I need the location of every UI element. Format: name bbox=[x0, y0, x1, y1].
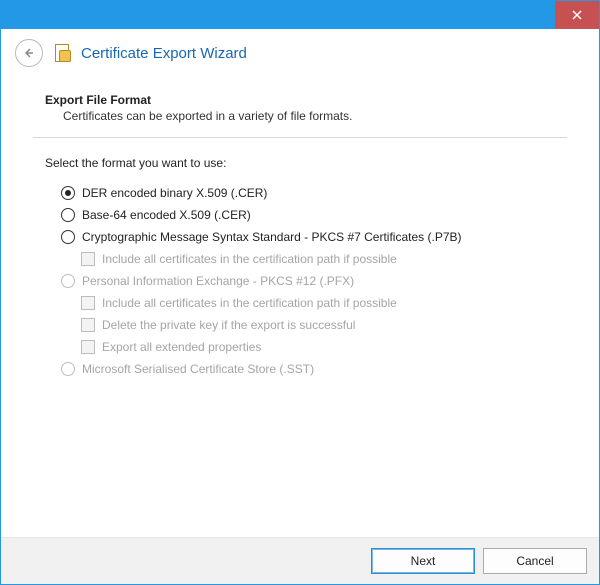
checkbox-label: Include all certificates in the certific… bbox=[102, 252, 397, 266]
checkbox-icon bbox=[81, 340, 95, 354]
section-description: Certificates can be exported in a variet… bbox=[29, 109, 571, 137]
checkbox-icon bbox=[81, 318, 95, 332]
wizard-body: Export File Format Certificates can be e… bbox=[1, 79, 599, 537]
radio-icon bbox=[61, 274, 75, 288]
back-arrow-icon bbox=[23, 47, 35, 59]
radio-pkcs12: Personal Information Exchange - PKCS #12… bbox=[61, 270, 555, 292]
next-button[interactable]: Next bbox=[371, 548, 475, 574]
checkbox-label: Include all certificates in the certific… bbox=[102, 296, 397, 310]
checkbox-label: Delete the private key if the export is … bbox=[102, 318, 355, 332]
radio-label: Base-64 encoded X.509 (.CER) bbox=[82, 208, 251, 222]
radio-icon bbox=[61, 186, 75, 200]
checkbox-pkcs12-include-chain: Include all certificates in the certific… bbox=[61, 292, 555, 314]
section-title: Export File Format bbox=[29, 85, 571, 109]
radio-pkcs7[interactable]: Cryptographic Message Syntax Standard - … bbox=[61, 226, 555, 248]
format-options: DER encoded binary X.509 (.CER) Base-64 … bbox=[29, 182, 571, 380]
cancel-button[interactable]: Cancel bbox=[483, 548, 587, 574]
wizard-header: Certificate Export Wizard bbox=[1, 29, 599, 79]
titlebar bbox=[1, 1, 599, 29]
checkbox-pkcs12-delete-key: Delete the private key if the export is … bbox=[61, 314, 555, 336]
radio-label: Microsoft Serialised Certificate Store (… bbox=[82, 362, 314, 376]
checkbox-pkcs7-include-chain: Include all certificates in the certific… bbox=[61, 248, 555, 270]
divider bbox=[33, 137, 567, 138]
wizard-title: Certificate Export Wizard bbox=[81, 45, 247, 62]
radio-der[interactable]: DER encoded binary X.509 (.CER) bbox=[61, 182, 555, 204]
radio-icon bbox=[61, 208, 75, 222]
radio-label: Cryptographic Message Syntax Standard - … bbox=[82, 230, 462, 244]
radio-base64[interactable]: Base-64 encoded X.509 (.CER) bbox=[61, 204, 555, 226]
back-button[interactable] bbox=[15, 39, 43, 67]
checkbox-icon bbox=[81, 296, 95, 310]
close-icon bbox=[572, 10, 582, 20]
radio-icon bbox=[61, 362, 75, 376]
checkbox-pkcs12-export-ext: Export all extended properties bbox=[61, 336, 555, 358]
radio-label: Personal Information Exchange - PKCS #12… bbox=[82, 274, 354, 288]
radio-icon bbox=[61, 230, 75, 244]
checkbox-label: Export all extended properties bbox=[102, 340, 261, 354]
checkbox-icon bbox=[81, 252, 95, 266]
format-prompt: Select the format you want to use: bbox=[29, 156, 571, 182]
radio-sst: Microsoft Serialised Certificate Store (… bbox=[61, 358, 555, 380]
wizard-window: Certificate Export Wizard Export File Fo… bbox=[0, 0, 600, 585]
wizard-footer: Next Cancel bbox=[1, 537, 599, 584]
certificate-icon bbox=[53, 44, 71, 62]
close-button[interactable] bbox=[555, 1, 599, 29]
radio-label: DER encoded binary X.509 (.CER) bbox=[82, 186, 267, 200]
